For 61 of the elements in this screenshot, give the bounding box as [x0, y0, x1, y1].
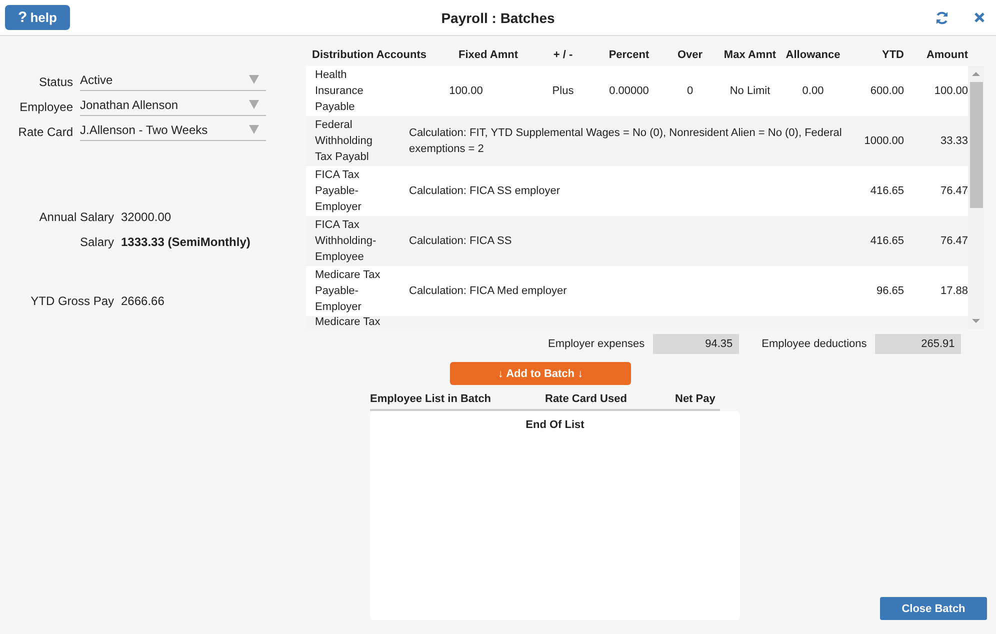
total-label: Employer expenses	[548, 338, 645, 350]
total-value: 265.91	[874, 334, 961, 354]
scrollbar[interactable]	[968, 66, 984, 329]
table-cell-text: 100.00	[448, 85, 484, 97]
column-header: Fixed Amnt	[458, 49, 519, 61]
salary-label: YTD Gross Pay	[30, 294, 114, 308]
table-cell-text: No Limit	[728, 85, 772, 97]
table-cell-text: FICA Tax Payable-Employer	[314, 168, 362, 215]
column-header: YTD	[881, 49, 904, 61]
table-cell-text: Calculation: FICA SS employer	[408, 184, 562, 199]
table-cell-text: Federal Withholding Tax Payabl	[314, 118, 374, 165]
table-cell-text: 17.88	[939, 285, 969, 297]
table-cell-text: Calculation: FICA SS	[408, 234, 513, 249]
column-header: Over	[676, 49, 704, 61]
salary-value: 1333.33 (SemiMonthly)	[121, 234, 250, 248]
dropdown[interactable]: Active	[80, 69, 266, 91]
field-label: Rate Card	[17, 125, 73, 141]
table-cell-text: Calculation: FICA Med employer	[408, 284, 568, 299]
table-cell-text: Plus	[551, 85, 575, 97]
table-cell-text: 100.00	[933, 85, 969, 97]
column-header: Amount	[925, 49, 969, 61]
table-cell-text: Health Insurance Payable	[314, 68, 364, 115]
table-cell-text: 416.65	[869, 235, 904, 247]
column-header: Max Amnt	[722, 49, 778, 61]
field-label: Employee	[18, 100, 73, 116]
table-cell-text: 96.65	[875, 285, 904, 297]
table-cell-text: 76.47	[939, 235, 969, 247]
column-header: Percent	[608, 49, 650, 61]
table-cell-text: 416.65	[869, 185, 904, 197]
total-label: Employee deductions	[762, 338, 867, 350]
table-cell-text: 600.00	[869, 85, 904, 97]
end-of-list-text: End Of List	[524, 418, 586, 431]
table-cell-text: 0	[686, 85, 694, 97]
table-cell-text: 0.00	[801, 85, 825, 97]
window-title: Payroll : Batches	[441, 10, 555, 26]
column-header: Net Pay	[675, 393, 716, 405]
salary-label: Salary	[78, 234, 114, 248]
column-header: Rate Card Used	[545, 393, 628, 405]
dropdown[interactable]: Jonathan Allenson	[80, 94, 266, 116]
column-header: + / -	[552, 49, 574, 61]
column-header: Employee List in Batch	[370, 393, 492, 405]
close-icon[interactable]	[974, 12, 985, 23]
salary-value: 2666.66	[121, 294, 164, 308]
table-cell-text: FICA Tax Withholding-Employee	[314, 218, 378, 265]
salary-value: 32000.00	[121, 210, 172, 224]
column-header: Allowance	[784, 49, 842, 61]
table-cell-text: Medicare Tax Payable-Employer	[314, 268, 382, 315]
total-value: 94.35	[652, 334, 739, 354]
dropdown[interactable]: J.Allenson - Two Weeks	[80, 119, 266, 141]
table-cell-text: 1000.00	[863, 135, 904, 147]
field-label: Status	[38, 75, 73, 91]
table-cell-text: 0.00000	[608, 85, 650, 97]
close-batch-button[interactable]: Close Batch	[880, 597, 987, 620]
table-cell-text: 33.33	[939, 135, 969, 147]
help-button[interactable]: ? help	[5, 5, 70, 30]
table-cell-text: Calculation: FIT, YTD Supplemental Wages = No (0), Nonresident Alien = No (0), Federal exemptions = 2	[408, 126, 843, 157]
refresh-icon[interactable]	[935, 10, 949, 24]
table-cell-text: 76.47	[939, 185, 969, 197]
column-header: Distribution Accounts	[311, 49, 428, 61]
salary-label: Annual Salary	[38, 210, 114, 224]
table-cell-text: Medicare Tax	[314, 316, 382, 329]
